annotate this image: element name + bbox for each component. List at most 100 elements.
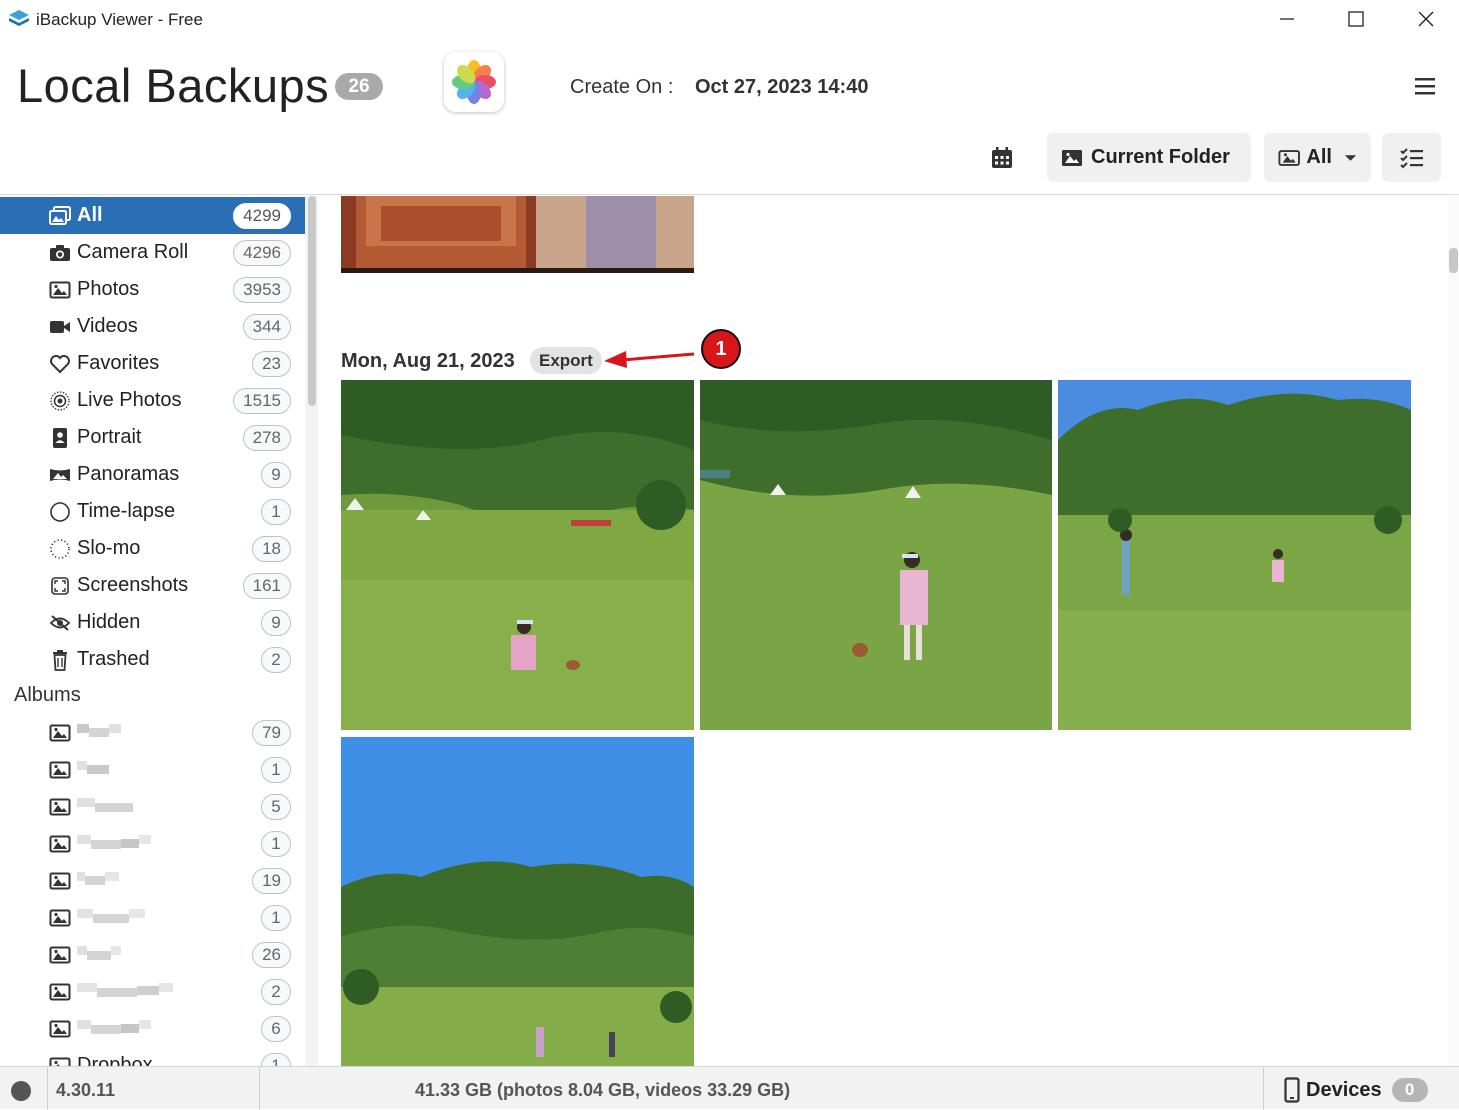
sidebar-album-item[interactable]: 19 [0, 862, 305, 899]
heart-icon [48, 353, 72, 375]
count-badge: 18 [252, 536, 291, 562]
sidebar-item-label: Screenshots [77, 574, 189, 596]
sidebar-item-all[interactable]: All 4299 [0, 197, 305, 234]
sidebar-album-item[interactable]: 1 [0, 899, 305, 936]
count-badge: 1515 [233, 388, 291, 414]
status-bar: 4.30.11 41.33 GB (photos 8.04 GB, videos… [0, 1066, 1459, 1110]
sidebar-item-label: Videos [77, 315, 138, 337]
albums-heading: Albums [14, 684, 81, 706]
export-button[interactable]: Export [530, 347, 602, 374]
sidebar-item-photos[interactable]: Photos 3953 [0, 271, 305, 308]
slomo-icon [48, 538, 72, 560]
album-icon [48, 944, 72, 966]
image-icon [1278, 149, 1300, 166]
all-photos-icon [48, 205, 72, 227]
photo-grid: Mon, Aug 21, 2023 Export 1 [318, 196, 1459, 1066]
sidebar: All 4299 Camera Roll 4296 Photos 3953 Vi… [0, 196, 318, 1066]
photo-thumbnail[interactable] [341, 380, 694, 730]
sidebar-album-item[interactable]: 1 [0, 825, 305, 862]
sidebar-album-dropbox[interactable]: Dropbox 1 [0, 1047, 305, 1066]
album-name-redacted [77, 983, 173, 1001]
photo-thumbnail[interactable] [1058, 380, 1411, 730]
sidebar-item-label: Dropbox [77, 1054, 153, 1066]
calendar-button[interactable] [990, 146, 1018, 172]
count-badge: 23 [252, 351, 291, 377]
calendar-icon [992, 147, 1012, 168]
portrait-icon [48, 427, 72, 449]
photo-thumbnail[interactable] [700, 380, 1052, 730]
album-icon [48, 1018, 72, 1040]
close-button[interactable] [1403, 4, 1449, 34]
devices-button[interactable]: Devices 0 [1284, 1076, 1428, 1104]
sidebar-item-time-lapse[interactable]: Time-lapse 1 [0, 493, 305, 530]
sidebar-item-hidden[interactable]: Hidden 9 [0, 604, 305, 641]
sidebar-item-slo-mo[interactable]: Slo-mo 18 [0, 530, 305, 567]
album-icon [48, 796, 72, 818]
current-folder-button[interactable]: Current Folder [1047, 133, 1251, 182]
create-on-value: Oct 27, 2023 14:40 [695, 76, 869, 98]
select-mode-button[interactable] [1382, 133, 1441, 182]
sidebar-item-panoramas[interactable]: Panoramas 9 [0, 456, 305, 493]
album-icon [48, 870, 72, 892]
callout-badge: 1 [701, 329, 741, 369]
devices-label: Devices [1306, 1078, 1382, 1101]
image-folder-icon [1062, 149, 1082, 166]
live-photo-icon [48, 390, 72, 412]
media-filter-dropdown[interactable]: All [1264, 133, 1371, 182]
title-bar: iBackup Viewer - Free [0, 0, 1459, 40]
photo-thumbnail[interactable] [341, 737, 694, 1066]
count-badge: 161 [242, 573, 291, 599]
divider [259, 1067, 260, 1110]
count-badge: 19 [252, 868, 291, 894]
count-badge: 4299 [233, 203, 291, 229]
album-name-redacted [77, 835, 151, 853]
count-badge: 5 [261, 794, 291, 820]
callout-arrow [604, 351, 695, 368]
panorama-icon [48, 464, 72, 486]
count-badge: 4296 [233, 240, 291, 266]
maximize-button[interactable] [1333, 4, 1379, 34]
sidebar-album-item[interactable]: 26 [0, 936, 305, 973]
sidebar-item-portrait[interactable]: Portrait 278 [0, 419, 305, 456]
count-badge: 3953 [233, 277, 291, 303]
album-name-redacted [77, 909, 145, 927]
sidebar-item-camera-roll[interactable]: Camera Roll 4296 [0, 234, 305, 271]
sidebar-album-item[interactable]: 79 [0, 714, 305, 751]
sidebar-album-item[interactable]: 1 [0, 751, 305, 788]
photos-flower-icon[interactable] [444, 52, 504, 112]
sidebar-scrollbar-thumb[interactable] [308, 196, 316, 406]
sidebar-item-label: Photos [77, 278, 140, 300]
sidebar-item-favorites[interactable]: Favorites 23 [0, 345, 305, 382]
album-icon [48, 1055, 72, 1066]
count-badge: 1 [261, 1053, 291, 1066]
hamburger-menu-icon[interactable] [1413, 76, 1439, 98]
sidebar-item-label: All [77, 204, 103, 226]
sidebar-album-item[interactable]: 6 [0, 1010, 305, 1047]
devices-count-badge: 0 [1391, 1078, 1428, 1102]
sidebar-item-label: Hidden [77, 611, 141, 633]
close-icon [1418, 11, 1434, 27]
sidebar-album-item[interactable]: 2 [0, 973, 305, 1010]
sidebar-item-live-photos[interactable]: Live Photos 1515 [0, 382, 305, 419]
backup-count-badge: 26 [335, 73, 383, 100]
sidebar-album-item[interactable]: 5 [0, 788, 305, 825]
create-on-label: Create On : [570, 76, 674, 98]
timelapse-icon [48, 501, 72, 523]
current-folder-label: Current Folder [1091, 146, 1230, 168]
minimize-button[interactable] [1264, 4, 1310, 34]
sidebar-item-label: Panoramas [77, 463, 180, 485]
content-scrollbar-thumb[interactable] [1449, 248, 1458, 273]
count-badge: 79 [252, 720, 291, 746]
count-badge: 2 [261, 647, 291, 673]
header: Local Backups 26 Create On : Oct 27, 202… [0, 40, 1459, 195]
sidebar-item-trashed[interactable]: Trashed 2 [0, 641, 305, 678]
content-scrollbar[interactable] [1448, 196, 1459, 1066]
photo-thumbnail[interactable] [341, 196, 694, 273]
sidebar-item-videos[interactable]: Videos 344 [0, 308, 305, 345]
sidebar-item-screenshots[interactable]: Screenshots 161 [0, 567, 305, 604]
count-badge: 278 [242, 425, 291, 451]
sidebar-item-label: Favorites [77, 352, 160, 374]
count-badge: 1 [261, 499, 291, 525]
count-badge: 1 [261, 757, 291, 783]
phone-icon [1284, 1077, 1300, 1103]
